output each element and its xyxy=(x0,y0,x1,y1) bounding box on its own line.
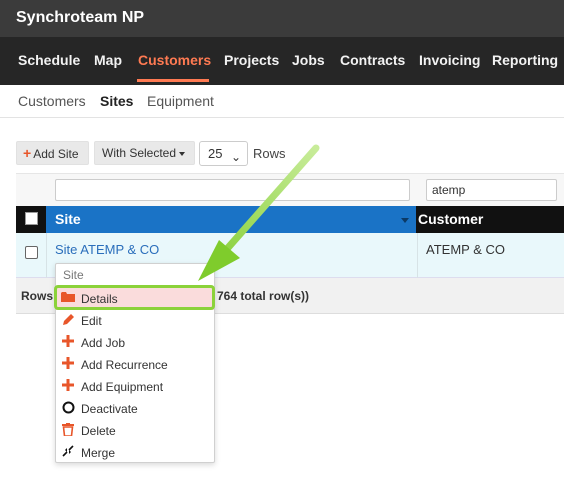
sort-caret-icon[interactable] xyxy=(401,218,409,223)
nav-item-reporting[interactable]: Reporting xyxy=(492,52,558,68)
grid-header: Site Customer xyxy=(16,206,564,233)
menu-item-add-job[interactable]: Add Job xyxy=(56,332,214,354)
menu-item-label: Deactivate xyxy=(81,402,138,416)
site-filter-input[interactable] xyxy=(55,179,410,201)
nav-item-projects[interactable]: Projects xyxy=(224,52,279,68)
subnav-item-customers[interactable]: Customers xyxy=(18,93,86,109)
subnav-item-sites[interactable]: Sites xyxy=(100,93,133,109)
customer-cell: ATEMP & CO xyxy=(426,242,505,257)
menu-item-label: Edit xyxy=(81,314,102,328)
rows-per-page-select[interactable]: 25 ⌄ xyxy=(199,141,248,166)
sub-nav: Customers Sites Equipment xyxy=(0,85,564,118)
app-title: Synchroteam NP xyxy=(16,9,145,26)
with-selected-button[interactable]: With Selected xyxy=(94,141,195,165)
main-nav: Schedule Map Customers Projects Jobs Con… xyxy=(0,37,564,85)
menu-item-delete[interactable]: Delete xyxy=(56,420,214,442)
merge-arrows-icon xyxy=(61,445,75,459)
row-checkbox[interactable] xyxy=(25,246,38,259)
plus-icon xyxy=(61,379,75,393)
cell-divider xyxy=(417,233,418,278)
site-link[interactable]: Site ATEMP & CO xyxy=(55,242,159,257)
app-topbar: Synchroteam NP xyxy=(0,0,564,37)
nav-active-indicator xyxy=(137,79,209,82)
details-highlight-box xyxy=(54,285,215,310)
nav-item-customers[interactable]: Customers xyxy=(138,52,211,68)
caret-down-icon xyxy=(179,151,186,156)
menu-item-add-equipment[interactable]: Add Equipment xyxy=(56,376,214,398)
footer-total-rows: 764 total row(s)) xyxy=(217,289,310,303)
nav-item-contracts[interactable]: Contracts xyxy=(340,52,405,68)
column-header-customer[interactable]: Customer xyxy=(418,211,483,227)
menu-item-label: Delete xyxy=(81,424,116,438)
select-all-checkbox[interactable] xyxy=(25,212,38,225)
customer-filter-input[interactable]: atemp xyxy=(426,179,557,201)
nav-item-schedule[interactable]: Schedule xyxy=(18,52,80,68)
menu-item-label: Add Recurrence xyxy=(81,358,168,372)
rows-label: Rows xyxy=(253,146,286,161)
rows-per-page-value: 25 xyxy=(208,146,223,161)
menu-item-label: Merge xyxy=(81,446,116,460)
menu-item-label: Add Equipment xyxy=(81,380,164,394)
chevron-down-icon: ⌄ xyxy=(230,150,241,164)
menu-item-deactivate[interactable]: Deactivate xyxy=(56,398,214,420)
plus-icon: + xyxy=(23,145,32,161)
menu-item-label: Add Job xyxy=(81,336,126,350)
column-header-site-label: Site xyxy=(55,211,81,227)
header-check-cell xyxy=(16,206,46,233)
filter-row: atemp xyxy=(16,173,564,206)
circle-icon xyxy=(61,401,75,415)
context-menu-header: Site xyxy=(63,268,84,282)
subnav-item-equipment[interactable]: Equipment xyxy=(147,93,214,109)
column-header-site[interactable]: Site xyxy=(46,206,416,233)
cell-divider xyxy=(46,233,47,278)
menu-item-edit[interactable]: Edit xyxy=(56,310,214,332)
plus-icon xyxy=(61,357,75,371)
nav-item-jobs[interactable]: Jobs xyxy=(292,52,325,68)
plus-icon xyxy=(61,335,75,349)
with-selected-label: With Selected xyxy=(102,146,177,160)
trash-icon xyxy=(61,423,75,437)
add-site-label: Add Site xyxy=(33,147,79,161)
menu-item-add-recurrence[interactable]: Add Recurrence xyxy=(56,354,214,376)
menu-item-merge[interactable]: Merge xyxy=(56,442,214,464)
pencil-icon xyxy=(61,313,75,327)
nav-item-invoicing[interactable]: Invoicing xyxy=(419,52,480,68)
footer-rows-label: Rows xyxy=(21,289,54,303)
add-site-button[interactable]: + Add Site xyxy=(16,141,89,165)
nav-item-map[interactable]: Map xyxy=(94,52,122,68)
